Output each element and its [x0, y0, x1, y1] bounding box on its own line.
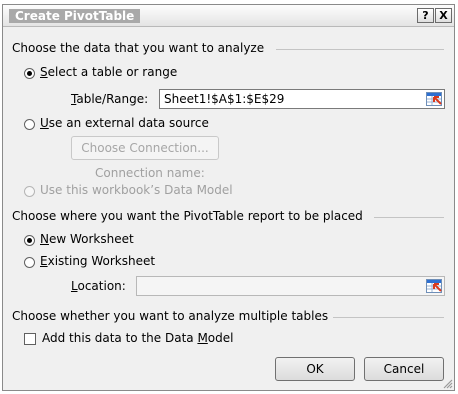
table-range-input[interactable]: Sheet1!$A$1:$E$29	[159, 89, 445, 109]
radio-existing-worksheet[interactable]	[24, 257, 35, 268]
section-divider	[374, 217, 444, 218]
ok-button[interactable]: OK	[275, 357, 355, 381]
radio-external-source-label[interactable]: Use an external data source	[40, 116, 209, 130]
radio-external-source[interactable]	[24, 119, 35, 130]
section-multiple-tables-heading: Choose whether you want to analyze multi…	[12, 309, 329, 323]
radio-data-model-label[interactable]: Use this workbook’s Data Model	[40, 183, 233, 197]
create-pivottable-dialog: Create PivotTable ? X Choose the data th…	[2, 4, 455, 391]
cancel-button[interactable]: Cancel	[364, 357, 444, 381]
location-input[interactable]	[136, 276, 445, 296]
range-selector-icon[interactable]	[426, 279, 442, 293]
dialog-title: Create PivotTable	[9, 9, 141, 23]
resize-grip-icon[interactable]	[441, 377, 453, 389]
section-data-heading: Choose the data that you want to analyze	[12, 41, 265, 55]
radio-new-worksheet[interactable]	[24, 235, 35, 246]
add-to-data-model-label[interactable]: Add this data to the Data Model	[42, 331, 233, 345]
choose-connection-button[interactable]: Choose Connection...	[71, 136, 219, 160]
radio-data-model[interactable]	[24, 186, 35, 197]
add-to-data-model-checkbox[interactable]	[24, 333, 36, 345]
help-button[interactable]: ?	[417, 8, 434, 23]
close-button[interactable]: X	[435, 8, 452, 23]
section-divider	[333, 317, 444, 318]
section-divider	[276, 49, 444, 50]
radio-new-worksheet-label[interactable]: New Worksheet	[40, 232, 134, 246]
title-bar[interactable]: Create PivotTable ? X	[3, 5, 454, 27]
location-label: Location:	[71, 279, 126, 293]
connection-name-label: Connection name:	[95, 166, 205, 180]
section-placement-heading: Choose where you want the PivotTable rep…	[12, 209, 363, 223]
radio-existing-worksheet-label[interactable]: Existing Worksheet	[40, 254, 155, 268]
range-selector-icon[interactable]	[426, 92, 442, 106]
radio-select-table[interactable]	[24, 68, 35, 79]
radio-select-table-label[interactable]: Select a table or range	[40, 65, 177, 79]
table-range-label: Table/Range:	[71, 92, 149, 106]
